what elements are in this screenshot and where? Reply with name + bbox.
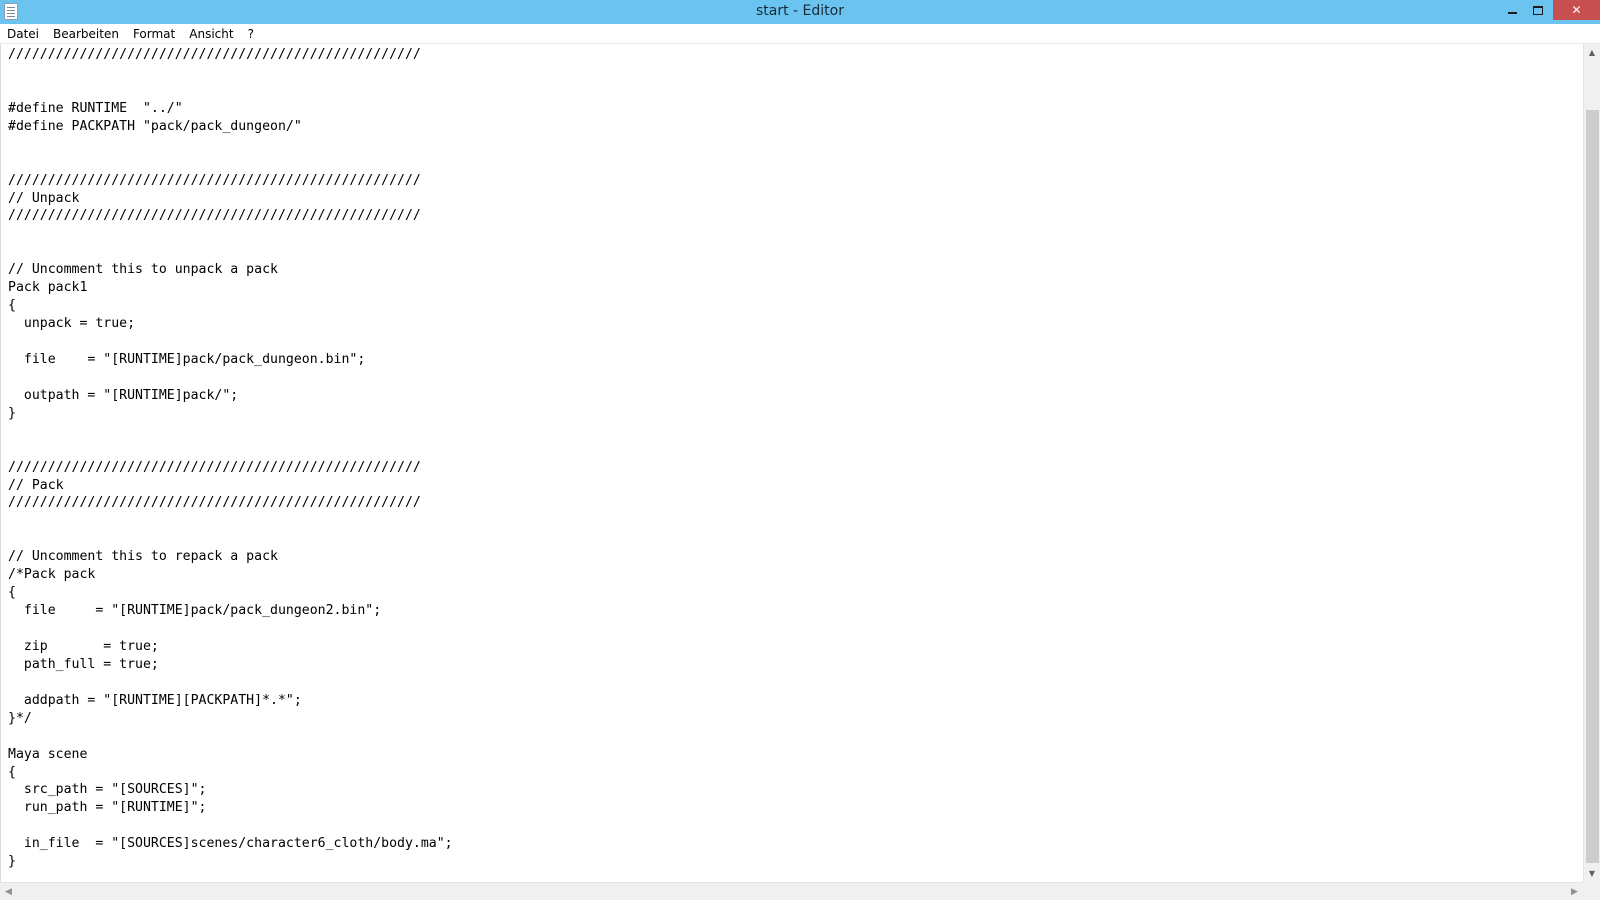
text-line[interactable]: ////////////////////////////////////////… xyxy=(8,207,453,225)
menu-file[interactable]: Datei xyxy=(0,24,46,44)
text-line[interactable]: // Unpack xyxy=(8,190,453,208)
text-line[interactable]: file = "[RUNTIME]pack/pack_dungeon.bin"; xyxy=(8,351,453,369)
text-line[interactable]: src_path = "[SOURCES]"; xyxy=(8,781,453,799)
text-line[interactable] xyxy=(8,512,453,530)
vertical-scroll-thumb[interactable] xyxy=(1586,110,1599,863)
text-line[interactable]: { xyxy=(8,297,453,315)
text-line[interactable]: path_full = true; xyxy=(8,656,453,674)
text-line[interactable]: outpath = "[RUNTIME]pack/"; xyxy=(8,387,453,405)
minimize-button[interactable] xyxy=(1498,0,1526,20)
text-line[interactable]: { xyxy=(8,584,453,602)
text-line[interactable] xyxy=(8,817,453,835)
text-line[interactable]: { xyxy=(8,764,453,782)
scroll-up-icon[interactable]: ▲ xyxy=(1584,44,1600,61)
text-line[interactable] xyxy=(8,64,453,82)
text-line[interactable]: } xyxy=(8,405,453,423)
text-line[interactable]: // Uncomment this to repack a pack xyxy=(8,548,453,566)
title-bar[interactable]: start - Editor ✕ xyxy=(0,0,1600,24)
text-line[interactable]: #define PACKPATH "pack/pack_dungeon/" xyxy=(8,118,453,136)
text-line[interactable]: ////////////////////////////////////////… xyxy=(8,172,453,190)
text-line[interactable] xyxy=(8,620,453,638)
text-line[interactable]: ////////////////////////////////////////… xyxy=(8,459,453,477)
text-line[interactable] xyxy=(8,441,453,459)
text-line[interactable]: run_path = "[RUNTIME]"; xyxy=(8,799,453,817)
close-icon: ✕ xyxy=(1571,3,1582,17)
editor-content[interactable]: ////////////////////////////////////////… xyxy=(8,46,453,871)
text-line[interactable]: // Uncomment this to unpack a pack xyxy=(8,261,453,279)
scroll-right-icon[interactable]: ▶ xyxy=(1566,883,1583,900)
text-line[interactable]: ////////////////////////////////////////… xyxy=(8,46,453,64)
text-line[interactable] xyxy=(8,243,453,261)
text-line[interactable]: zip = true; xyxy=(8,638,453,656)
text-line[interactable]: unpack = true; xyxy=(8,315,453,333)
scroll-down-icon[interactable]: ▼ xyxy=(1584,865,1600,882)
text-line[interactable]: // Pack xyxy=(8,477,453,495)
scroll-left-icon[interactable]: ◀ xyxy=(0,883,17,900)
minimize-icon xyxy=(1507,12,1517,14)
menu-edit[interactable]: Bearbeiten xyxy=(46,24,126,44)
text-line[interactable]: }*/ xyxy=(8,710,453,728)
text-line[interactable] xyxy=(8,423,453,441)
vertical-scrollbar[interactable]: ▲ ▼ xyxy=(1583,44,1600,882)
text-line[interactable]: Maya scene xyxy=(8,746,453,764)
text-line[interactable]: ////////////////////////////////////////… xyxy=(8,494,453,512)
text-line[interactable]: /*Pack pack xyxy=(8,566,453,584)
text-line[interactable] xyxy=(8,530,453,548)
text-line[interactable]: file = "[RUNTIME]pack/pack_dungeon2.bin"… xyxy=(8,602,453,620)
menu-help[interactable]: ? xyxy=(241,24,261,44)
scrollbar-corner xyxy=(1583,882,1600,900)
text-line[interactable] xyxy=(8,82,453,100)
menu-view[interactable]: Ansicht xyxy=(182,24,240,44)
text-line[interactable]: Pack pack1 xyxy=(8,279,453,297)
text-line[interactable] xyxy=(8,333,453,351)
text-line[interactable] xyxy=(8,225,453,243)
menu-bar: Datei Bearbeiten Format Ansicht ? xyxy=(0,24,1600,44)
text-line[interactable] xyxy=(8,674,453,692)
restore-icon xyxy=(1533,5,1543,15)
restore-button[interactable] xyxy=(1524,0,1552,20)
horizontal-scrollbar[interactable]: ◀ ▶ xyxy=(0,882,1583,900)
text-editor-area[interactable]: ////////////////////////////////////////… xyxy=(0,44,1583,882)
text-line[interactable] xyxy=(8,728,453,746)
text-line[interactable]: } xyxy=(8,853,453,871)
text-line[interactable]: #define RUNTIME "../" xyxy=(8,100,453,118)
text-line[interactable] xyxy=(8,154,453,172)
text-line[interactable]: in_file = "[SOURCES]scenes/character6_cl… xyxy=(8,835,453,853)
close-button[interactable]: ✕ xyxy=(1553,0,1600,20)
text-line[interactable] xyxy=(8,369,453,387)
window-title: start - Editor xyxy=(756,3,844,19)
text-line[interactable] xyxy=(8,136,453,154)
text-line[interactable]: addpath = "[RUNTIME][PACKPATH]*.*"; xyxy=(8,692,453,710)
menu-format[interactable]: Format xyxy=(126,24,182,44)
